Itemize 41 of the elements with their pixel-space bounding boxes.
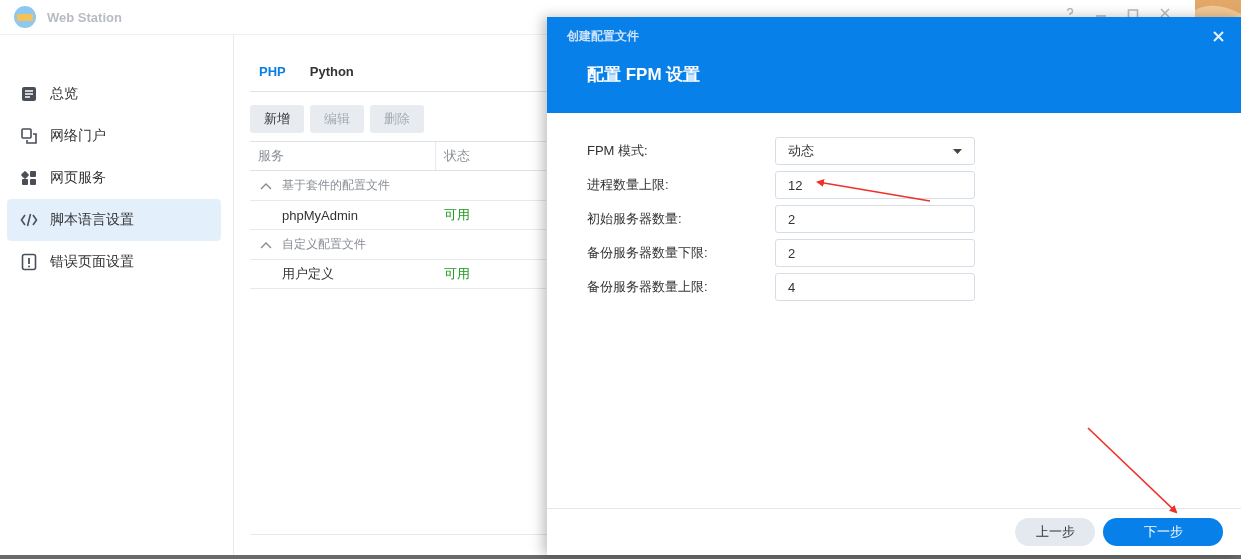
input-field[interactable]: 12: [775, 171, 975, 199]
dropdown[interactable]: 动态: [775, 137, 975, 165]
dialog-heading: 配置 FPM 设置: [587, 64, 701, 86]
input-field[interactable]: 2: [775, 239, 975, 267]
input-field[interactable]: 2: [775, 205, 975, 233]
chevron-icon[interactable]: [260, 240, 272, 249]
dialog-button[interactable]: 上一步: [1015, 518, 1095, 546]
table-cell-text: phpMyAdmin: [281, 207, 359, 223]
sidebar-item[interactable]: 网络门户: [7, 115, 221, 157]
close-icon[interactable]: [1159, 8, 1171, 18]
field-label: 备份服务器数量下限:: [587, 244, 709, 262]
table-cell: 可用: [444, 265, 470, 283]
dialog-title: 创建配置文件: [567, 27, 639, 45]
field-label: 进程数量上限:: [587, 176, 670, 194]
alert-icon: [20, 253, 38, 271]
chevron-icon[interactable]: [260, 181, 272, 190]
app-logo-icon: [14, 6, 36, 28]
group-label: 基于套件的配置文件: [282, 177, 390, 194]
field-label: FPM 模式:: [587, 142, 649, 160]
document-icon: [20, 85, 38, 103]
sidebar-item[interactable]: 错误页面设置: [7, 241, 221, 283]
help-icon[interactable]: [1065, 8, 1075, 18]
column-header[interactable]: 状态: [436, 147, 470, 165]
code-icon: [20, 211, 38, 229]
input-field[interactable]: 4: [775, 273, 975, 301]
windows-icon: [20, 127, 38, 145]
sidebar-item[interactable]: 网页服务: [7, 157, 221, 199]
table-cell-text: 用户定义: [281, 265, 335, 283]
sidebar-item[interactable]: 脚本语言设置: [7, 199, 221, 241]
tab[interactable]: Python: [309, 64, 354, 91]
table-cell: 可用: [444, 206, 470, 224]
grid-icon: [20, 169, 38, 187]
window-title: Web Station: [47, 9, 122, 25]
sidebar-item[interactable]: 总览: [7, 73, 221, 115]
caret-icon: [953, 148, 962, 154]
group-label: 自定义配置文件: [282, 236, 366, 253]
toolbar-button[interactable]: 新增: [250, 105, 304, 133]
tab[interactable]: PHP: [259, 64, 286, 91]
field-label: 初始服务器数量:: [587, 210, 683, 228]
field-label: 备份服务器数量上限:: [587, 278, 709, 296]
dialog-button[interactable]: 下一步: [1103, 518, 1223, 546]
